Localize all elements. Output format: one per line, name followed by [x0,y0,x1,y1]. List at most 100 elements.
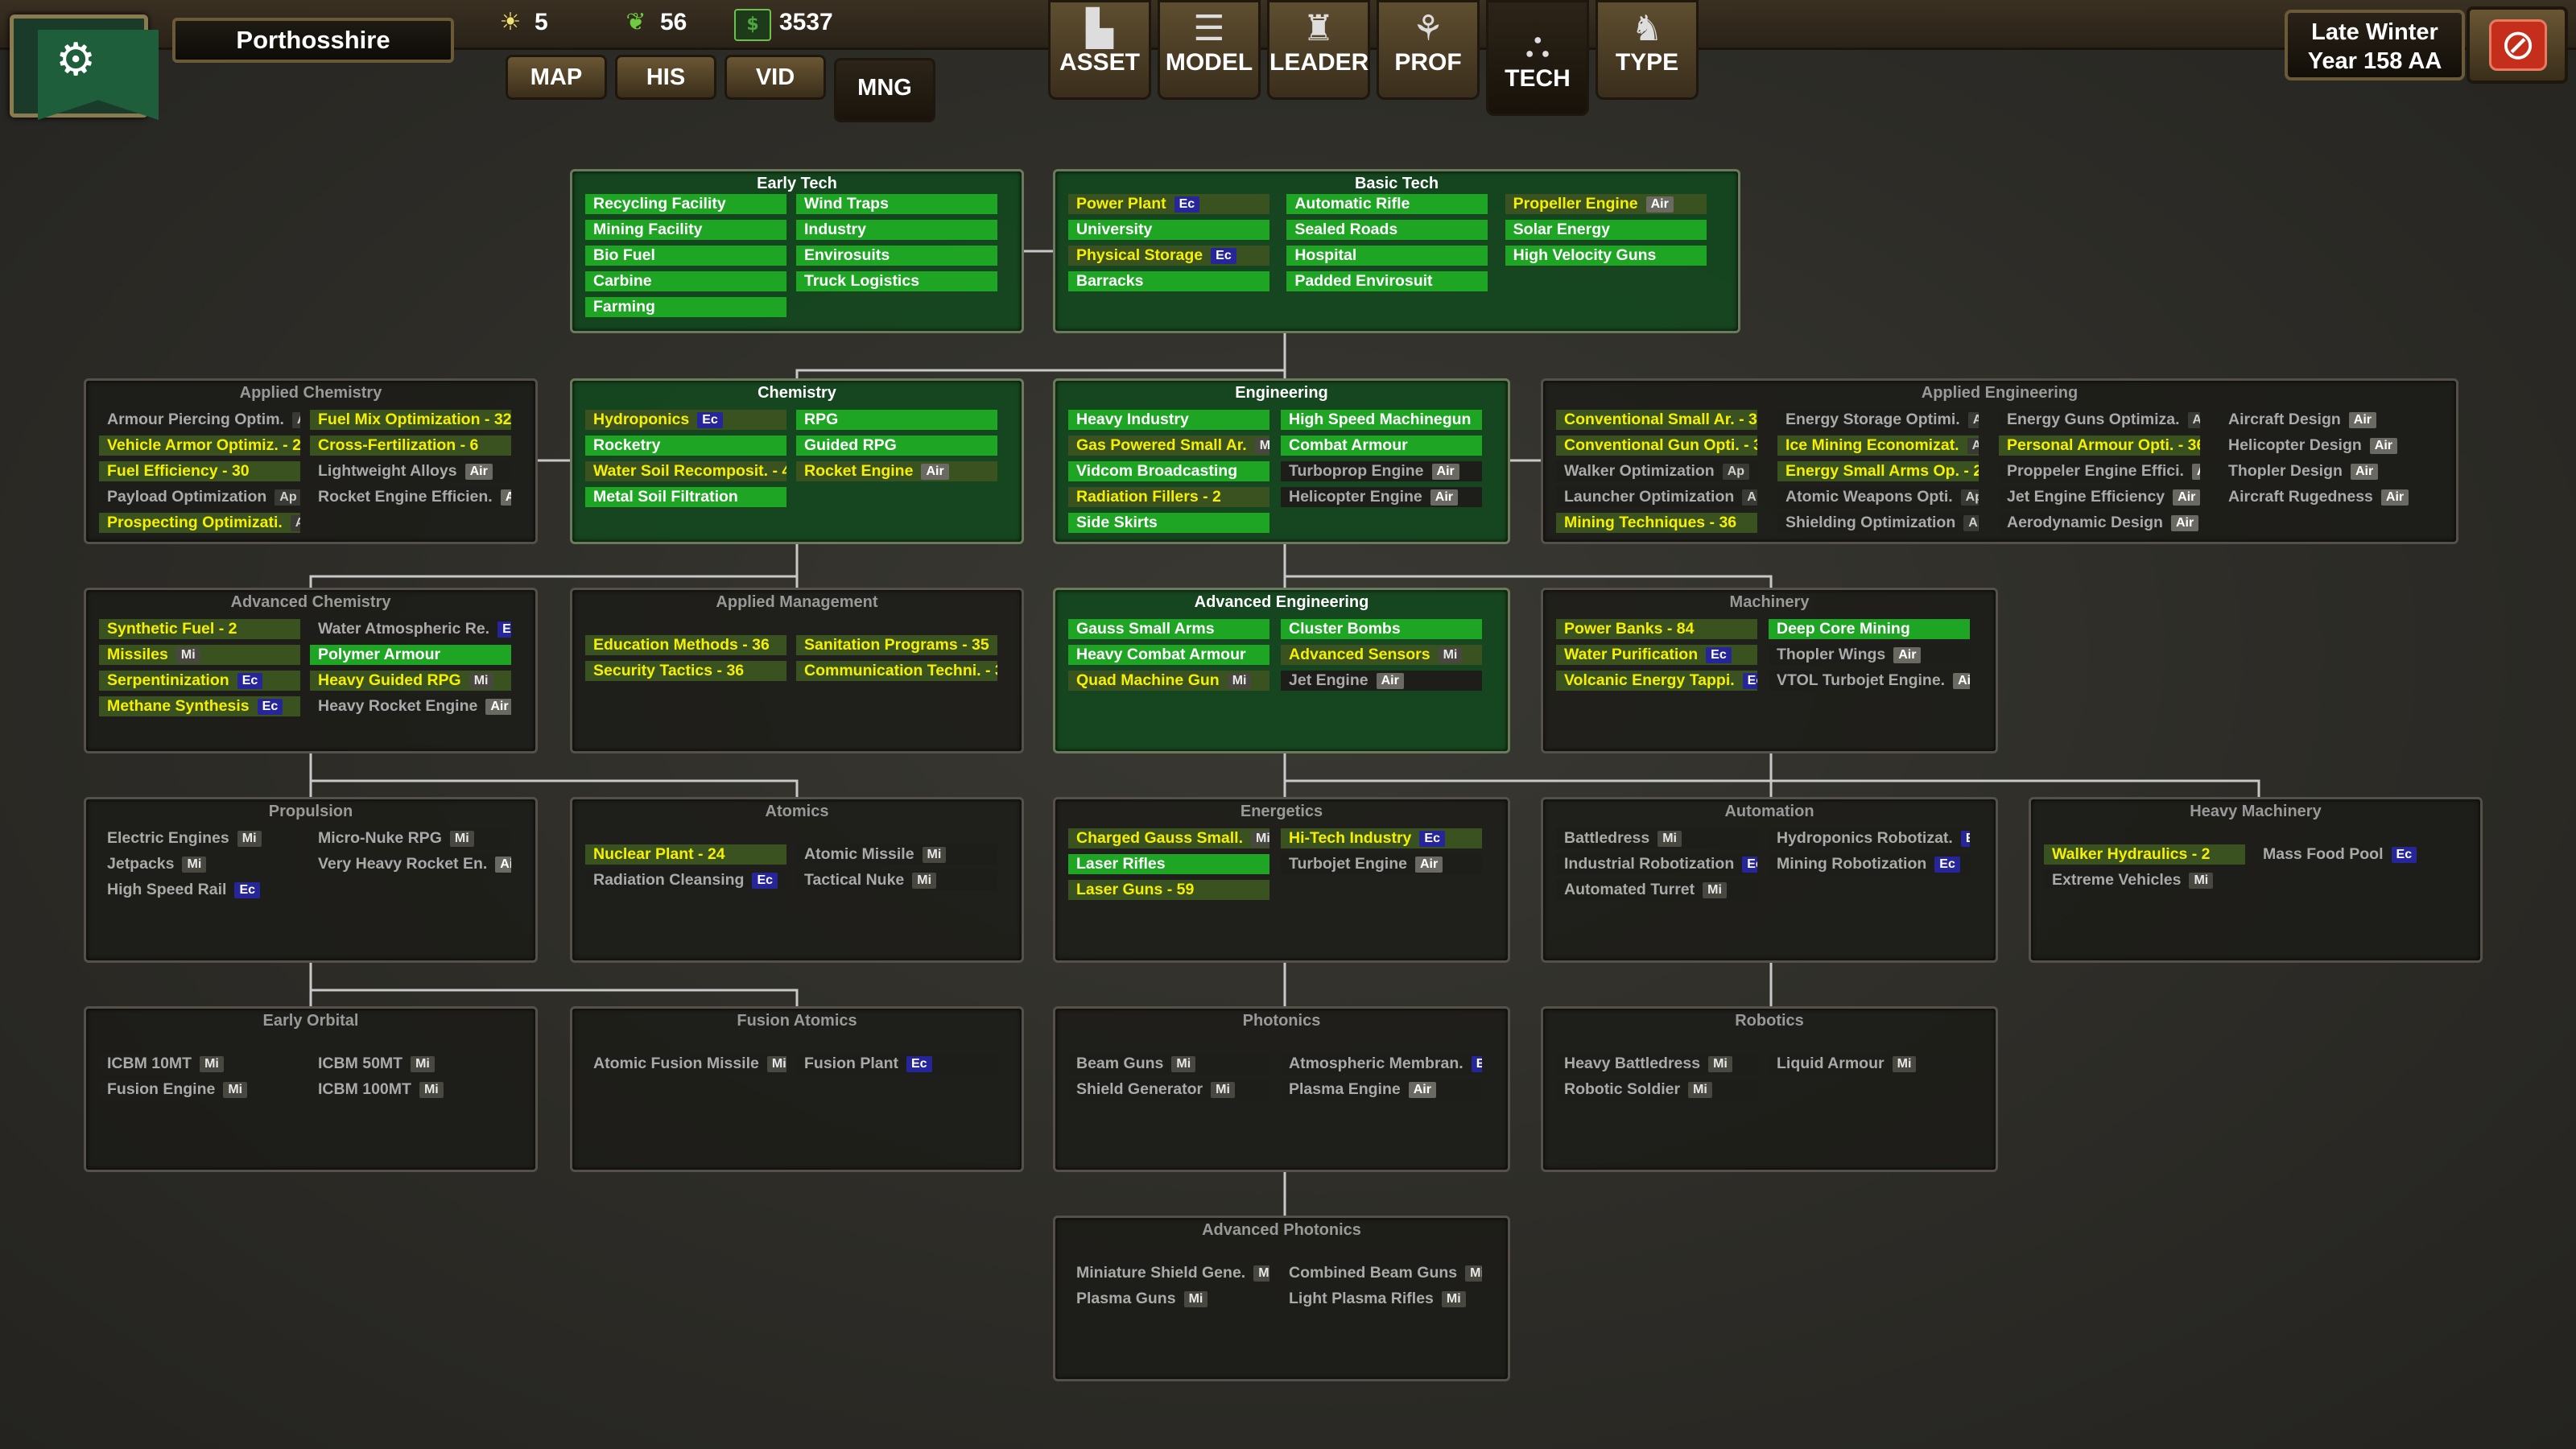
tech-item-conventional-gun-opti-35[interactable]: Conventional Gun Opti. - 35 [1556,436,1757,456]
tech-item-deep-core-mining[interactable]: Deep Core Mining [1769,619,1970,639]
tech-item-atomic-fusion-missile[interactable]: Atomic Fusion Missile Mi [585,1054,786,1074]
tech-item-education-methods-36[interactable]: Education Methods - 36 [585,635,786,655]
tech-item-tactical-nuke[interactable]: Tactical Nuke Mi [796,870,997,890]
tech-item-recycling-facility[interactable]: Recycling Facility [585,194,786,214]
tech-item-power-plant[interactable]: Power Plant Ec [1068,194,1269,214]
tech-item-serpentinization[interactable]: Serpentinization Ec [99,671,300,691]
tech-item-cluster-bombs[interactable]: Cluster Bombs [1281,619,1482,639]
tech-item-power-banks-84[interactable]: Power Banks - 84 [1556,619,1757,639]
tech-item-aerodynamic-design[interactable]: Aerodynamic Design Air [1999,513,2200,533]
tech-item-shielding-optimization[interactable]: Shielding Optimization Ap [1777,513,1979,533]
tech-item-cross-fertilization-6[interactable]: Cross-Fertilization - 6 [310,436,511,456]
tech-item-very-heavy-rocket-en[interactable]: Very Heavy Rocket En. Air [310,854,511,874]
category-leader[interactable]: ♜ LEADER [1267,0,1370,100]
tech-item-aircraft-rugedness[interactable]: Aircraft Rugedness Air [2220,487,2421,507]
tech-item-payload-optimization[interactable]: Payload Optimization Ap [99,487,300,507]
tech-item-hydroponics[interactable]: Hydroponics Ec [585,410,786,430]
tech-item-vidcom-broadcasting[interactable]: Vidcom Broadcasting [1068,461,1269,481]
tech-item-padded-envirosuit[interactable]: Padded Envirosuit [1286,271,1488,291]
tech-item-radiation-fillers-2[interactable]: Radiation Fillers - 2 [1068,487,1269,507]
category-asset[interactable]: ▙ ASSET [1048,0,1151,100]
tech-item-fuel-efficiency-30[interactable]: Fuel Efficiency - 30 [99,461,300,481]
tech-item-atmospheric-membran[interactable]: Atmospheric Membran. Ec [1281,1054,1482,1074]
tech-item-quad-machine-gun[interactable]: Quad Machine Gun Mi [1068,671,1269,691]
tech-item-metal-soil-filtration[interactable]: Metal Soil Filtration [585,487,786,507]
tab-map[interactable]: MAP [506,55,607,100]
tech-item-volcanic-energy-tappi[interactable]: Volcanic Energy Tappi. Ec [1556,671,1757,691]
tech-item-jetpacks[interactable]: Jetpacks Mi [99,854,300,874]
tech-item-synthetic-fuel-2[interactable]: Synthetic Fuel - 2 [99,619,300,639]
category-type[interactable]: ♞ TYPE [1596,0,1699,100]
tech-item-rocketry[interactable]: Rocketry [585,436,786,456]
tech-item-helicopter-design[interactable]: Helicopter Design Air [2220,436,2421,456]
tech-item-personal-armour-opti-36[interactable]: Personal Armour Opti. - 36 [1999,436,2200,456]
tech-item-miniature-shield-gene[interactable]: Miniature Shield Gene. Mi [1068,1263,1269,1283]
tech-item-turbojet-engine[interactable]: Turbojet Engine Air [1281,854,1482,874]
tab-his[interactable]: HIS [615,55,716,100]
tech-item-mass-food-pool[interactable]: Mass Food Pool Ec [2255,844,2456,865]
tech-item-energy-storage-optimi[interactable]: Energy Storage Optimi. Ap [1777,410,1979,430]
tech-item-energy-small-arms-op-27[interactable]: Energy Small Arms Op. - 27 [1777,461,1979,481]
tech-item-thopler-design[interactable]: Thopler Design Air [2220,461,2421,481]
tech-item-fusion-engine[interactable]: Fusion Engine Mi [99,1080,300,1100]
tech-item-laser-guns-59[interactable]: Laser Guns - 59 [1068,880,1269,900]
tech-item-missiles[interactable]: Missiles Mi [99,645,300,665]
tech-item-high-velocity-guns[interactable]: High Velocity Guns [1505,246,1707,266]
tech-item-advanced-sensors[interactable]: Advanced Sensors Mi [1281,645,1482,665]
tech-item-university[interactable]: University [1068,220,1269,240]
tech-item-side-skirts[interactable]: Side Skirts [1068,513,1269,533]
tech-item-industrial-robotization[interactable]: Industrial Robotization Ec [1556,854,1757,874]
tech-item-automated-turret[interactable]: Automated Turret Mi [1556,880,1757,900]
tech-item-liquid-armour[interactable]: Liquid Armour Mi [1769,1054,1970,1074]
tab-mng[interactable]: MNG [834,58,935,122]
tech-item-rpg[interactable]: RPG [796,410,997,430]
tech-item-walker-hydraulics-2[interactable]: Walker Hydraulics - 2 [2044,844,2245,865]
province-name[interactable]: Porthosshire [172,18,454,63]
tech-item-heavy-rocket-engine[interactable]: Heavy Rocket Engine Air [310,696,511,716]
tech-item-armour-piercing-optim[interactable]: Armour Piercing Optim. Ap [99,410,300,430]
tech-item-water-soil-recomposit-45[interactable]: Water Soil Recomposit. - 45 [585,461,786,481]
tech-item-icbm-10mt[interactable]: ICBM 10MT Mi [99,1054,300,1074]
tech-item-aircraft-design[interactable]: Aircraft Design Air [2220,410,2421,430]
tech-item-mining-facility[interactable]: Mining Facility [585,220,786,240]
tech-item-sanitation-programs-35[interactable]: Sanitation Programs - 35 [796,635,997,655]
tech-item-solar-energy[interactable]: Solar Energy [1505,220,1707,240]
tech-item-rocket-engine-efficien[interactable]: Rocket Engine Efficien. Air [310,487,511,507]
tech-item-electric-engines[interactable]: Electric Engines Mi [99,828,300,848]
tech-item-guided-rpg[interactable]: Guided RPG [796,436,997,456]
tab-vid[interactable]: VID [724,55,826,100]
tech-item-charged-gauss-small[interactable]: Charged Gauss Small. Mi [1068,828,1269,848]
tech-item-robotic-soldier[interactable]: Robotic Soldier Mi [1556,1080,1757,1100]
tech-item-atomic-weapons-opti[interactable]: Atomic Weapons Opti. Ap [1777,487,1979,507]
tech-item-turboprop-engine[interactable]: Turboprop Engine Air [1281,461,1482,481]
tech-item-propeller-engine[interactable]: Propeller Engine Air [1505,194,1707,214]
tech-item-extreme-vehicles[interactable]: Extreme Vehicles Mi [2044,870,2245,890]
tech-item-launcher-optimization[interactable]: Launcher Optimization Ap [1556,487,1757,507]
tech-item-hydroponics-robotizat[interactable]: Hydroponics Robotizat. Ec [1769,828,1970,848]
tech-item-energy-guns-optimiza[interactable]: Energy Guns Optimiza. Ap [1999,410,2200,430]
tech-item-combined-beam-guns[interactable]: Combined Beam Guns Mi [1281,1263,1482,1283]
tech-item-fusion-plant[interactable]: Fusion Plant Ec [796,1054,997,1074]
tech-item-jet-engine[interactable]: Jet Engine Air [1281,671,1482,691]
tech-item-mining-robotization[interactable]: Mining Robotization Ec [1769,854,1970,874]
tech-item-carbine[interactable]: Carbine [585,271,786,291]
tech-item-bio-fuel[interactable]: Bio Fuel [585,246,786,266]
tech-item-icbm-50mt[interactable]: ICBM 50MT Mi [310,1054,511,1074]
tech-item-vehicle-armor-optimiz-25[interactable]: Vehicle Armor Optimiz. - 25 [99,436,300,456]
tech-item-heavy-industry[interactable]: Heavy Industry [1068,410,1269,430]
tech-item-hospital[interactable]: Hospital [1286,246,1488,266]
tech-item-truck-logistics[interactable]: Truck Logistics [796,271,997,291]
tech-item-polymer-armour[interactable]: Polymer Armour [310,645,511,665]
tech-item-physical-storage[interactable]: Physical Storage Ec [1068,246,1269,266]
tech-item-proppeler-engine-effici[interactable]: Proppeler Engine Effici. Air [1999,461,2200,481]
tech-item-automatic-rifle[interactable]: Automatic Rifle [1286,194,1488,214]
tech-item-heavy-battledress[interactable]: Heavy Battledress Mi [1556,1054,1757,1074]
tech-item-walker-optimization[interactable]: Walker Optimization Ap [1556,461,1757,481]
tech-item-communication-techni-38[interactable]: Communication Techni. - 38 [796,661,997,681]
tech-item-nuclear-plant-24[interactable]: Nuclear Plant - 24 [585,844,786,865]
category-tech[interactable]: ⛬ TECH [1486,0,1589,116]
tech-item-hi-tech-industry[interactable]: Hi-Tech Industry Ec [1281,828,1482,848]
tech-item-gas-powered-small-ar[interactable]: Gas Powered Small Ar. Mi [1068,436,1269,456]
tech-item-farming[interactable]: Farming [585,297,786,317]
tech-item-jet-engine-efficiency[interactable]: Jet Engine Efficiency Air [1999,487,2200,507]
